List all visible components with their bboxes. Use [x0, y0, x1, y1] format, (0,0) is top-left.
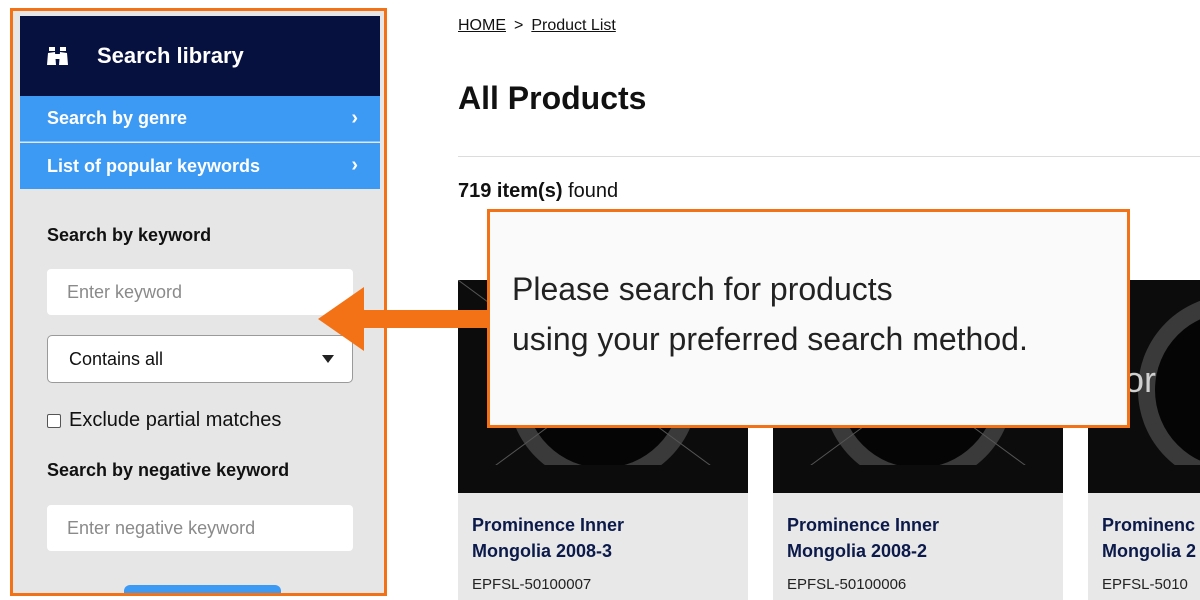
product-title[interactable]: Prominenc Mongolia 2 — [1102, 512, 1200, 564]
breadcrumb-current-link[interactable]: Product List — [531, 17, 615, 34]
breadcrumb-home-link[interactable]: HOME — [458, 17, 506, 34]
match-type-value: Contains all — [69, 348, 164, 369]
keyword-label: Search by keyword — [47, 225, 212, 245]
match-type-select[interactable]: Contains all — [47, 335, 353, 383]
product-title-line1: Prominence Inner — [787, 515, 940, 535]
popular-keywords-link[interactable]: List of popular keywords › — [20, 143, 380, 189]
caret-down-icon — [322, 355, 334, 363]
results-number: 719 item(s) — [458, 180, 563, 202]
callout-line2: using your preferred search method. — [512, 321, 1028, 357]
chevron-right-icon: › — [351, 107, 358, 129]
exclude-partial-label[interactable]: Exclude partial matches — [69, 409, 281, 432]
product-title[interactable]: Prominence Inner Mongolia 2008-3 — [472, 512, 742, 564]
negative-keyword-input[interactable] — [47, 505, 353, 551]
page-title: All Products — [458, 80, 647, 116]
exclude-partial-checkbox[interactable] — [47, 413, 61, 428]
product-code: EPFSL-50100007 — [472, 576, 592, 593]
popular-keywords-label: List of popular keywords — [47, 155, 261, 176]
search-by-genre-link[interactable]: Search by genre › — [20, 96, 380, 142]
product-title-line2: Mongolia 2 — [1102, 541, 1196, 561]
search-by-genre-label: Search by genre — [47, 108, 188, 128]
exclude-partial-row: Exclude partial matches — [47, 409, 281, 432]
sidebar-title: Search library — [97, 43, 244, 68]
divider — [458, 156, 1200, 157]
sidebar-header: Search library — [20, 16, 380, 96]
keyword-input[interactable] — [47, 269, 353, 315]
product-title-line1: Prominenc — [1102, 515, 1196, 535]
product-title-line1: Prominence Inner — [472, 515, 625, 535]
chevron-right-icon: › — [351, 154, 358, 176]
product-code: EPFSL-50100006 — [787, 576, 907, 593]
instruction-callout: Please search for products using your pr… — [487, 209, 1130, 428]
product-code: EPFSL-5010 — [1102, 576, 1188, 593]
breadcrumb-separator: > — [514, 17, 524, 34]
results-suffix: found — [568, 180, 619, 202]
product-title[interactable]: Prominence Inner Mongolia 2008-2 — [787, 512, 1057, 564]
callout-arrow-icon — [318, 287, 490, 351]
product-title-line2: Mongolia 2008-2 — [787, 541, 928, 561]
callout-line1: Please search for products — [512, 271, 893, 307]
binoculars-icon — [47, 46, 69, 66]
product-title-line2: Mongolia 2008-3 — [472, 541, 613, 561]
results-count: 719 item(s) found — [458, 180, 618, 203]
negative-keyword-label: Search by negative keyword — [47, 460, 290, 480]
search-button[interactable] — [124, 585, 281, 593]
breadcrumb: HOME > Product List — [458, 17, 616, 35]
